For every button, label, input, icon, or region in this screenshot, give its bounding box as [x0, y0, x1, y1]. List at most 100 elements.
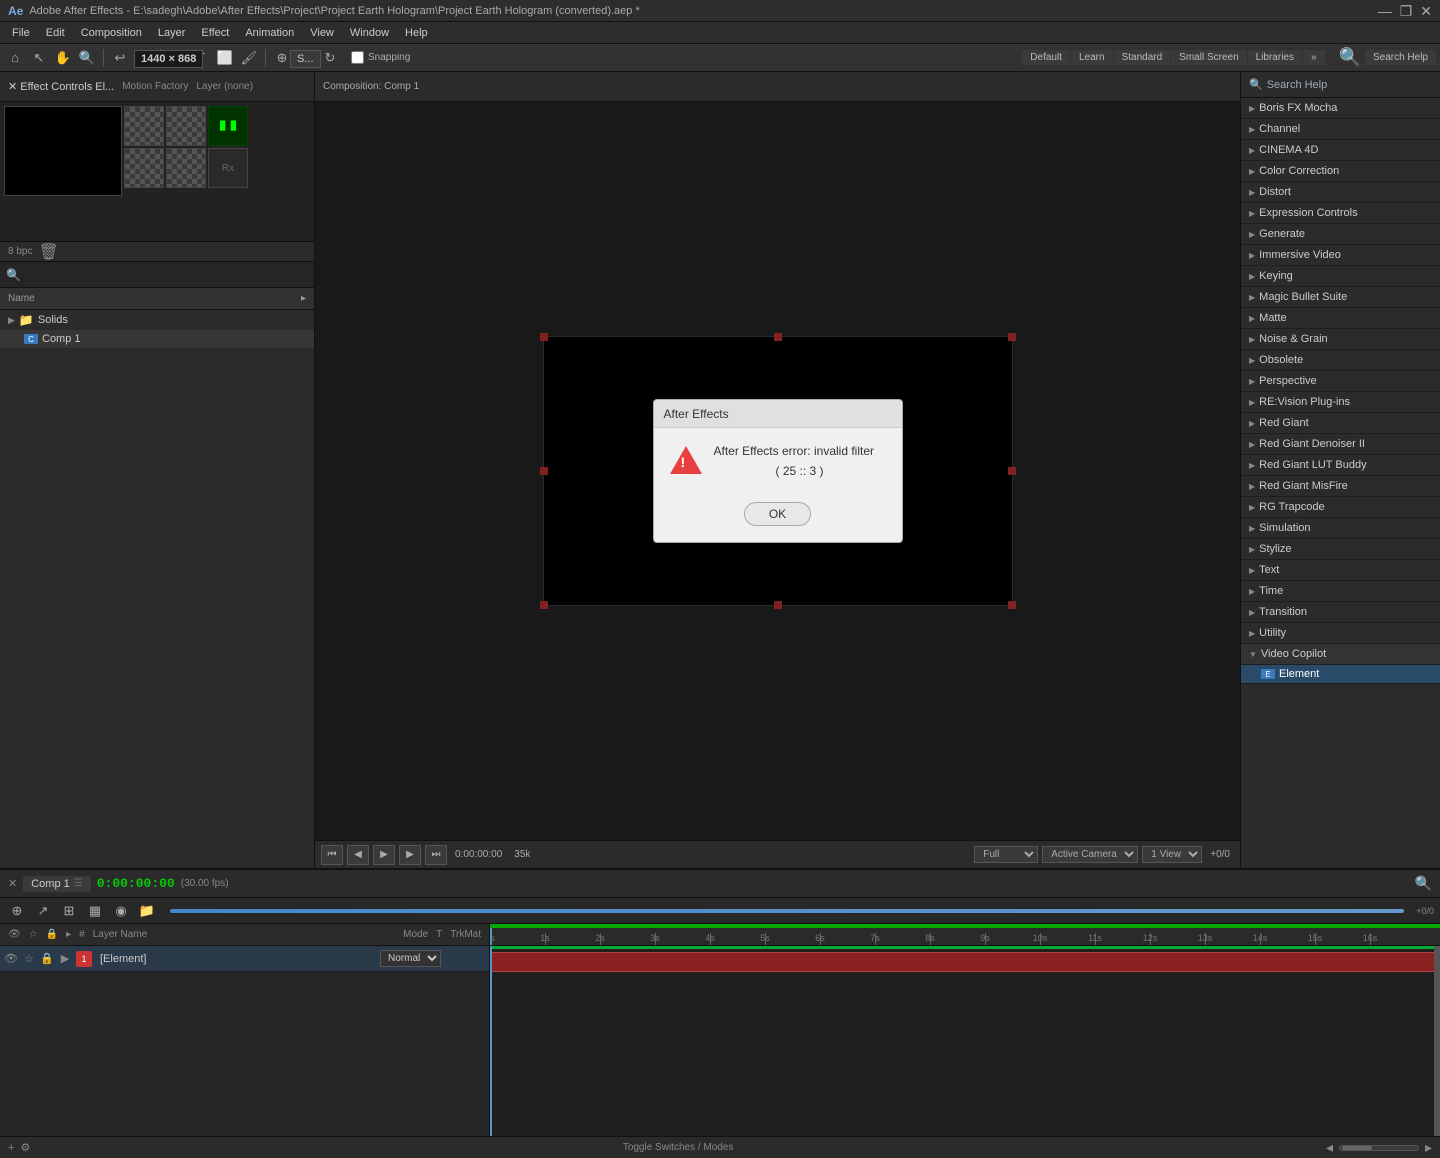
toolbar-rotate-btn[interactable]: ↻: [319, 47, 341, 69]
effect-cat-expression[interactable]: ▶ Expression Controls: [1241, 203, 1440, 224]
effect-cat-stylize[interactable]: ▶ Stylize: [1241, 539, 1440, 560]
toggle-switches-label[interactable]: Toggle Switches / Modes: [623, 1142, 734, 1153]
effect-cat-video-copilot[interactable]: ▼ Video Copilot: [1241, 644, 1440, 665]
effect-cat-red-giant-misfire[interactable]: ▶ Red Giant MisFire: [1241, 476, 1440, 497]
vc-first-frame[interactable]: ⏮: [321, 845, 343, 865]
project-folder-solids[interactable]: ▶ 📁 Solids: [0, 310, 314, 330]
add-layer-btn[interactable]: +: [8, 1142, 14, 1154]
menu-edit[interactable]: Edit: [38, 25, 73, 41]
menu-animation[interactable]: Animation: [237, 25, 302, 41]
effect-cat-generate[interactable]: ▶ Generate: [1241, 224, 1440, 245]
effect-cat-noise[interactable]: ▶ Noise & Grain: [1241, 329, 1440, 350]
effect-sub-element[interactable]: E Element: [1241, 665, 1440, 684]
layer-row-1[interactable]: 👁 ☆ 🔒 ▶ 1 [Element] Normal: [0, 946, 489, 972]
toolbar-shape-btn[interactable]: ⬜: [214, 47, 236, 69]
toolbar-zoom-btn[interactable]: 🔍: [76, 47, 98, 69]
project-search-input[interactable]: [25, 269, 308, 281]
toolbar-undo-btn[interactable]: ↩: [109, 47, 131, 69]
toolbar-paint-btn[interactable]: 🖌: [238, 47, 260, 69]
vc-view-select[interactable]: 1 View: [1142, 846, 1202, 863]
vc-next-frame[interactable]: ▶: [399, 845, 421, 865]
workspace-small-screen[interactable]: Small Screen: [1171, 50, 1246, 65]
project-item-comp1[interactable]: C Comp 1: [0, 330, 314, 348]
search-help-button[interactable]: Search Help: [1365, 50, 1436, 65]
layer-bar-inner-1[interactable]: [490, 952, 1440, 972]
thumb-1[interactable]: [124, 106, 164, 146]
ok-button[interactable]: OK: [744, 502, 811, 526]
workspace-default[interactable]: Default: [1022, 50, 1070, 65]
effect-cat-text[interactable]: ▶ Text: [1241, 560, 1440, 581]
effect-cat-revision[interactable]: ▶ RE:Vision Plug-ins: [1241, 392, 1440, 413]
menu-file[interactable]: File: [4, 25, 38, 41]
effect-cat-red-giant-lut[interactable]: ▶ Red Giant LUT Buddy: [1241, 455, 1440, 476]
timeline-right-edge: [1434, 946, 1440, 1136]
menu-window[interactable]: Window: [342, 25, 397, 41]
menu-layer[interactable]: Layer: [150, 25, 194, 41]
thumb-2[interactable]: [166, 106, 206, 146]
vc-play[interactable]: ▶: [373, 845, 395, 865]
thumb-5[interactable]: [166, 148, 206, 188]
trash-icon[interactable]: 🗑: [38, 242, 58, 262]
toolbar-home-btn[interactable]: ⌂: [4, 47, 26, 69]
timeline-layer-list: 👁 ☆ 🔒 ▸ # Layer Name Mode T TrkMat 👁 ☆ 🔒…: [0, 924, 490, 1136]
effect-cat-rg-trapcode[interactable]: ▶ RG Trapcode: [1241, 497, 1440, 518]
menu-view[interactable]: View: [302, 25, 342, 41]
menu-composition[interactable]: Composition: [73, 25, 150, 41]
effect-cat-obsolete[interactable]: ▶ Obsolete: [1241, 350, 1440, 371]
vc-last-frame[interactable]: ⏭: [425, 845, 447, 865]
workspace-learn[interactable]: Learn: [1071, 50, 1113, 65]
effect-cat-matte[interactable]: ▶ Matte: [1241, 308, 1440, 329]
timeline-comp-tab[interactable]: Comp 1 ☰: [23, 876, 91, 892]
menu-effect[interactable]: Effect: [193, 25, 237, 41]
effect-cat-red-giant[interactable]: ▶ Red Giant: [1241, 413, 1440, 434]
effect-cat-keying[interactable]: ▶ Keying: [1241, 266, 1440, 287]
vc-prev-frame[interactable]: ◀: [347, 845, 369, 865]
effect-cat-red-giant-denoiser[interactable]: ▶ Red Giant Denoiser II: [1241, 434, 1440, 455]
effect-cat-simulation[interactable]: ▶ Simulation: [1241, 518, 1440, 539]
tl-toolbar-paint[interactable]: ◉: [110, 900, 132, 922]
close-button[interactable]: ✕: [1420, 4, 1432, 18]
minimize-button[interactable]: —: [1378, 4, 1392, 18]
effect-cat-distort[interactable]: ▶ Distort: [1241, 182, 1440, 203]
layer-vis-eye[interactable]: 👁: [4, 952, 18, 966]
timeline-zoom-out[interactable]: ◂: [1326, 1139, 1333, 1156]
workspace-more[interactable]: »: [1303, 50, 1325, 65]
layer-vis-solo[interactable]: ☆: [22, 952, 36, 966]
tl-toolbar-parent[interactable]: ↗: [32, 900, 54, 922]
effect-cat-magic-bullet[interactable]: ▶ Magic Bullet Suite: [1241, 287, 1440, 308]
effect-cat-perspective[interactable]: ▶ Perspective: [1241, 371, 1440, 392]
snapping-checkbox[interactable]: [351, 51, 364, 64]
vc-quality-select[interactable]: Full Half Quarter: [974, 846, 1038, 863]
tl-toolbar-blend[interactable]: ⊞: [58, 900, 80, 922]
effect-cat-time[interactable]: ▶ Time: [1241, 581, 1440, 602]
layer-expand-btn[interactable]: ▶: [58, 952, 72, 966]
timeline-tab-menu[interactable]: ☰: [74, 878, 83, 889]
timeline-zoom-in[interactable]: ▸: [1425, 1139, 1432, 1156]
settings-btn[interactable]: ⚙: [20, 1141, 30, 1154]
effect-cat-cinema4d[interactable]: ▶ CINEMA 4D: [1241, 140, 1440, 161]
workspace-standard[interactable]: Standard: [1114, 50, 1171, 65]
thumb-6[interactable]: Rx: [208, 148, 248, 188]
toolbar-hand-btn[interactable]: ✋: [52, 47, 74, 69]
timeline-search-btn[interactable]: 🔍: [1415, 875, 1432, 892]
layer-vis-lock[interactable]: 🔒: [40, 952, 54, 966]
tl-toolbar-move[interactable]: ⊕: [6, 900, 28, 922]
tl-toolbar-folder[interactable]: 📁: [136, 900, 158, 922]
effect-cat-color-correction[interactable]: ▶ Color Correction: [1241, 161, 1440, 182]
maximize-button[interactable]: ❐: [1400, 4, 1413, 18]
vc-camera-select[interactable]: Active Camera: [1042, 846, 1138, 863]
thumb-4[interactable]: [124, 148, 164, 188]
layer-mode-select-1[interactable]: Normal: [380, 950, 441, 967]
effect-cat-immersive[interactable]: ▶ Immersive Video: [1241, 245, 1440, 266]
tl-toolbar-mask[interactable]: ▦: [84, 900, 106, 922]
effect-cat-boris[interactable]: ▶ Boris FX Mocha: [1241, 98, 1440, 119]
thumb-green[interactable]: ▐▌▐▌: [208, 106, 248, 146]
timeline-zoom-slider[interactable]: [1339, 1145, 1419, 1151]
effect-cat-utility[interactable]: ▶ Utility: [1241, 623, 1440, 644]
effect-cat-channel[interactable]: ▶ Channel: [1241, 119, 1440, 140]
workspace-libraries[interactable]: Libraries: [1248, 50, 1302, 65]
toolbar-select-btn[interactable]: ↖: [28, 47, 50, 69]
menu-help[interactable]: Help: [397, 25, 436, 41]
timeline-close-btn[interactable]: ✕: [8, 877, 17, 890]
effect-cat-transition[interactable]: ▶ Transition: [1241, 602, 1440, 623]
